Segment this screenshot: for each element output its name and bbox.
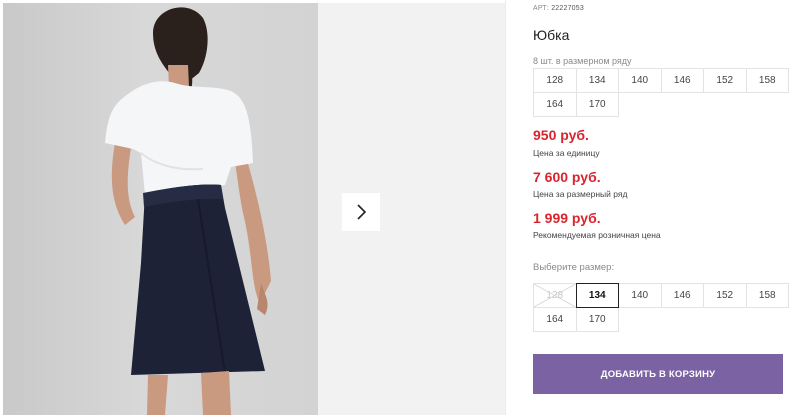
product-title: Юбка (533, 27, 570, 43)
size-option[interactable]: 164 (533, 307, 577, 332)
size-option[interactable]: 152 (703, 283, 747, 308)
size-row-cell: 152 (703, 68, 747, 93)
panel-divider (505, 0, 506, 415)
row-price-label: Цена за размерный ряд (533, 189, 628, 199)
next-image-button[interactable] (342, 193, 380, 231)
size-row-cell: 164 (533, 92, 577, 117)
size-row-cell: 128 (533, 68, 577, 93)
product-info-panel: АРТ: 22227053 Юбка 8 шт. в размерном ряд… (533, 0, 789, 415)
size-selector: 128 134 140 146 152 158 164 170 (533, 283, 789, 332)
size-row-table: 128 134 140 146 152 158 164 170 (533, 68, 789, 117)
product-gallery (0, 0, 505, 415)
row-price: 7 600 руб. (533, 169, 601, 185)
add-to-cart-button[interactable]: ДОБАВИТЬ В КОРЗИНУ (533, 354, 783, 394)
size-row-cell: 140 (618, 68, 662, 93)
size-option[interactable]: 140 (618, 283, 662, 308)
product-photo (3, 3, 318, 415)
article-label: АРТ: (533, 5, 550, 12)
size-option-selected[interactable]: 134 (575, 283, 619, 308)
size-row-cell: 146 (660, 68, 704, 93)
size-option-unavailable: 128 (533, 283, 577, 308)
size-row-cell: 134 (575, 68, 619, 93)
chevron-right-icon (357, 204, 367, 220)
crossed-out-icon (534, 284, 576, 307)
size-row-cell: 170 (575, 92, 619, 117)
unit-price: 950 руб. (533, 127, 589, 143)
size-row-cell: 158 (745, 68, 789, 93)
size-option[interactable]: 170 (575, 307, 619, 332)
size-option[interactable]: 146 (660, 283, 704, 308)
size-row-caption: 8 шт. в размерном ряду (533, 56, 632, 66)
retail-price-label: Рекомендуемая розничная цена (533, 230, 661, 240)
choose-size-label: Выберите размер: (533, 262, 615, 273)
retail-price: 1 999 руб. (533, 210, 601, 226)
article-number: АРТ: 22227053 (533, 5, 584, 12)
unit-price-label: Цена за единицу (533, 148, 600, 158)
article-value: 22227053 (551, 5, 584, 12)
size-option[interactable]: 158 (745, 283, 789, 308)
